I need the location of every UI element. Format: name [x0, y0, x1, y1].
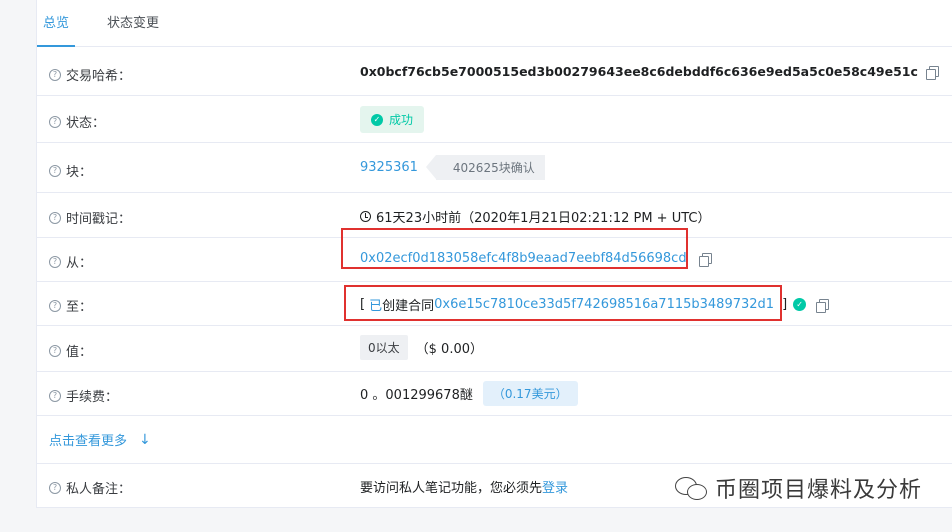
help-icon: ?	[49, 481, 61, 494]
wechat-logo-icon	[674, 475, 709, 501]
tx-hash-label: 交易哈希：	[66, 69, 132, 84]
help-icon: ?	[49, 255, 61, 268]
help-icon: ?	[49, 344, 61, 357]
help-icon: ?	[49, 68, 61, 81]
value-usd: （$ 0.00）	[415, 342, 483, 357]
help-icon: ?	[49, 164, 61, 177]
watermark: 币圈项目爆料及分析	[674, 472, 922, 504]
watermark-text: 币圈项目爆料及分析	[714, 478, 922, 503]
highlight-box-from	[341, 228, 688, 269]
row-status: ? 状态： ✓ 成功	[37, 96, 952, 143]
highlight-box-to	[344, 285, 782, 321]
status-badge: ✓ 成功	[360, 106, 425, 133]
tab-state-changes[interactable]: 状态变更	[107, 0, 159, 47]
timestamp-value: 61天23小时前（2020年1月21日02:21:12 PM + UTC）	[376, 211, 711, 226]
row-block: ? 块： 9325361 402625块确认	[37, 143, 952, 193]
value-amount: 0以太	[360, 335, 408, 360]
see-more-link[interactable]: 点击查看更多 ↓	[49, 430, 151, 450]
to-label: 至：	[66, 300, 93, 315]
help-icon: ?	[49, 115, 61, 128]
fee-amount: 0 。001299678醚	[360, 388, 473, 403]
timestamp-label: 时间戳记：	[66, 212, 132, 227]
check-circle-icon: ✓	[371, 113, 383, 126]
copy-icon[interactable]	[816, 298, 830, 313]
copy-icon[interactable]	[698, 252, 712, 267]
value-label: 值：	[66, 345, 93, 360]
help-icon: ?	[49, 299, 61, 312]
fee-usd-badge: （0.17美元）	[482, 381, 578, 406]
help-icon: ?	[49, 211, 61, 224]
row-value: ? 值： 0以太 （$ 0.00）	[37, 326, 952, 372]
row-fee: ? 手续费： 0 。001299678醚 （0.17美元）	[37, 372, 952, 416]
login-link[interactable]: 登录	[542, 477, 568, 496]
note-label: 私人备注：	[66, 482, 132, 497]
confirmations-badge: 402625块确认	[425, 155, 545, 180]
block-label: 块：	[66, 165, 93, 180]
clock-icon	[360, 211, 371, 222]
help-icon: ?	[49, 389, 61, 402]
status-label: 状态：	[66, 116, 106, 131]
bracket-close: ]	[782, 297, 788, 312]
fee-label: 手续费：	[66, 390, 119, 405]
verified-check-icon: ✓	[793, 298, 807, 311]
arrow-down-icon: ↓	[139, 431, 151, 448]
note-text: 要访问私人笔记功能，您必须先	[360, 481, 543, 496]
copy-icon[interactable]	[925, 65, 939, 80]
from-label: 从：	[66, 256, 93, 271]
tab-bar: 总览 状态变更	[37, 0, 952, 47]
tab-overview[interactable]: 总览	[37, 0, 75, 47]
row-tx-hash: ? 交易哈希： 0x0bcf76cb5e7000515ed3b00279643ee…	[37, 48, 952, 96]
see-more-label: 点击查看更多	[49, 434, 128, 449]
status-value: 成功	[389, 113, 414, 127]
block-number-link[interactable]: 9325361	[360, 160, 418, 175]
tx-hash-value: 0x0bcf76cb5e7000515ed3b00279643ee8c6debd…	[360, 64, 918, 79]
